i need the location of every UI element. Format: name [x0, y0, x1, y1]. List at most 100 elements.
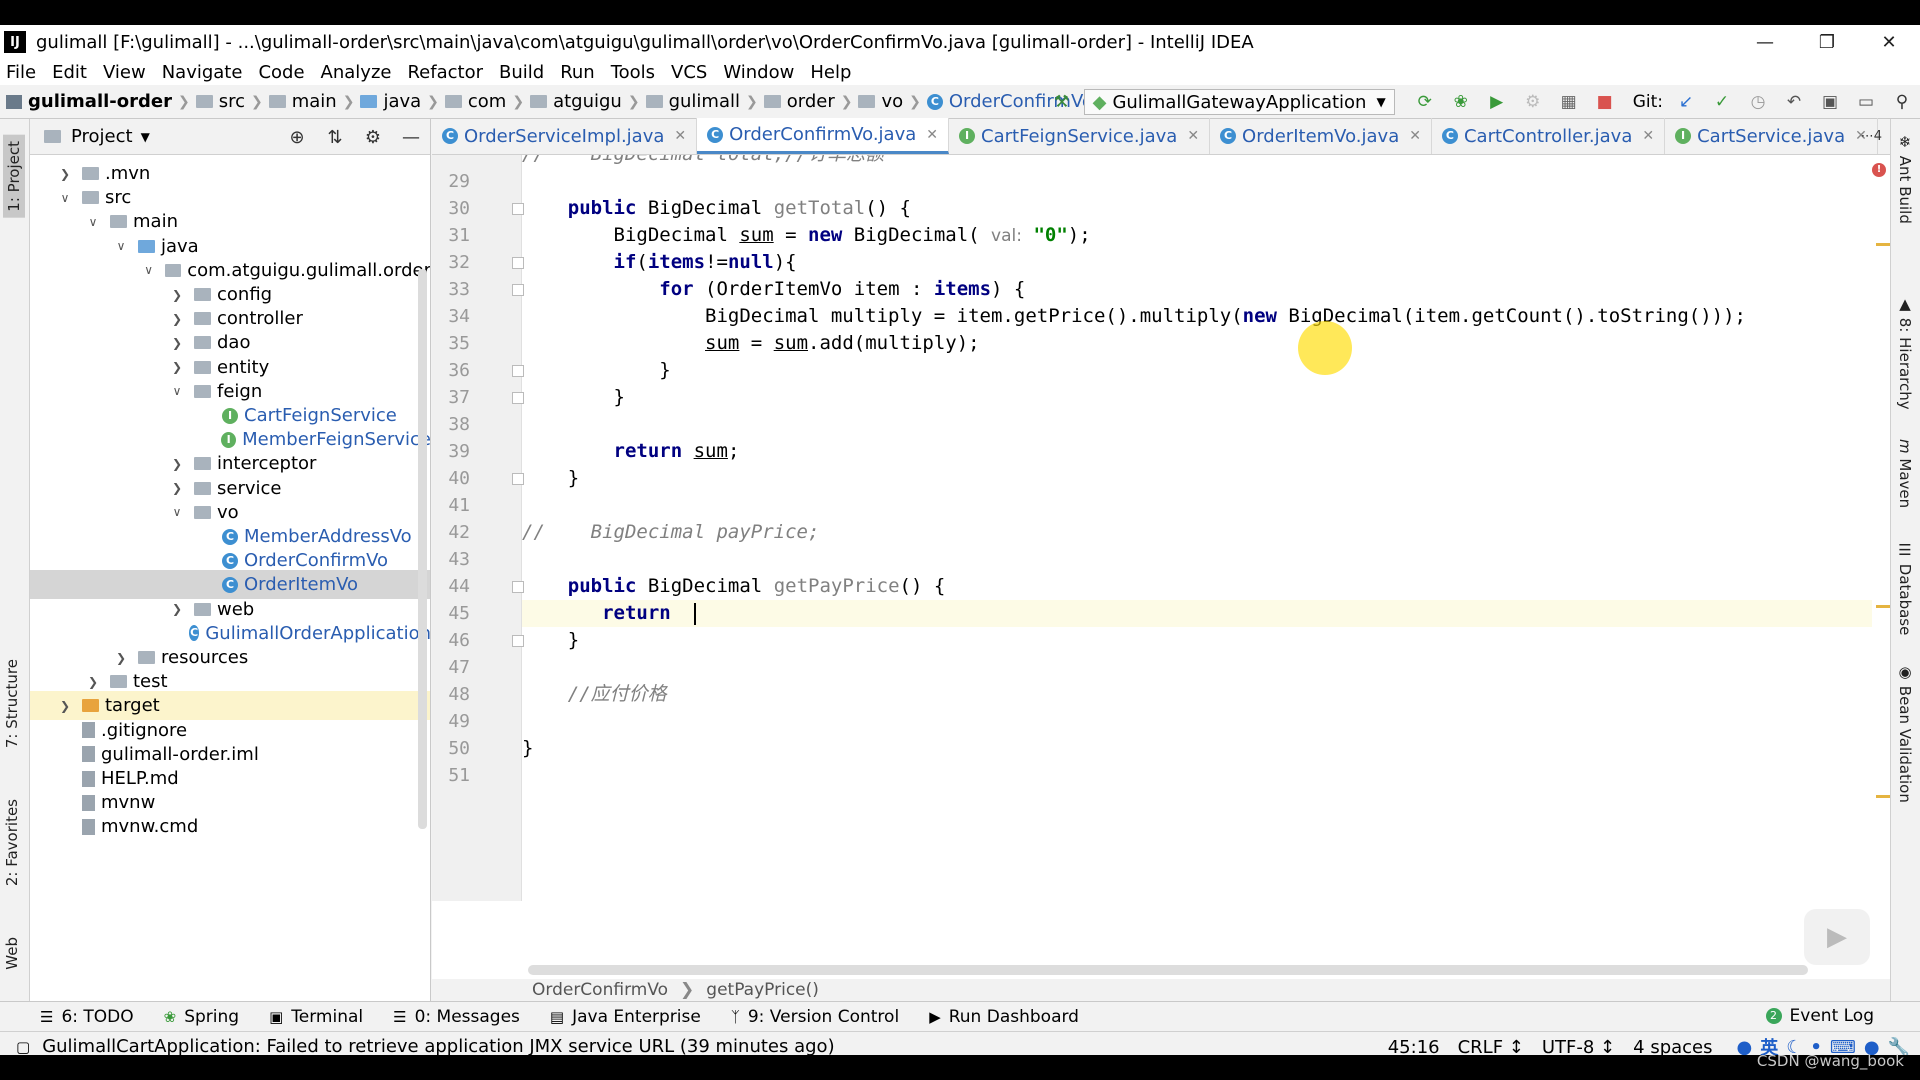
editor-breadcrumb-method[interactable]: getPayPrice(): [706, 980, 819, 1000]
chevron-right-icon[interactable]: ❯: [170, 312, 184, 326]
tool-tab-spring[interactable]: ❀ Spring: [164, 1007, 239, 1027]
editor-tab[interactable]: C OrderItemVo.java ✕: [1210, 118, 1432, 154]
minimize-button[interactable]: —: [1734, 25, 1796, 59]
tool-tab-structure[interactable]: 7: Structure: [3, 659, 21, 748]
restore-button[interactable]: ❐: [1796, 25, 1858, 59]
debug-icon[interactable]: ❀: [1448, 89, 1474, 115]
chevron-down-icon[interactable]: ∨: [170, 384, 184, 398]
toggle-tool-windows-icon[interactable]: ▢: [16, 1038, 30, 1056]
menu-code[interactable]: Code: [258, 62, 304, 83]
close-tab-icon[interactable]: ✕: [1409, 128, 1421, 144]
tool-tab-todo[interactable]: ☰ 6: TODO: [40, 1007, 134, 1027]
breadcrumb-item[interactable]: src ❯: [195, 91, 263, 112]
build-hammer-icon[interactable]: ⚒: [1049, 89, 1075, 115]
play-icon[interactable]: ▶: [1804, 909, 1870, 965]
menu-file[interactable]: File: [6, 62, 36, 83]
editor-tab[interactable]: I CartFeignService.java ✕: [949, 118, 1211, 154]
editor-tab[interactable]: I CartService.java ✕: [1665, 118, 1878, 154]
event-log-button[interactable]: 2 Event Log: [1765, 1006, 1874, 1026]
tool-tab-bean-validation[interactable]: ◉ Bean Validation: [1896, 663, 1914, 803]
tree-scrollbar[interactable]: [418, 269, 427, 829]
run-configuration-select[interactable]: ◆ GulimallGatewayApplication ▼: [1083, 89, 1395, 115]
chevron-down-icon[interactable]: ∨: [142, 263, 155, 277]
chevron-right-icon[interactable]: ❯: [58, 699, 72, 713]
tool-tab-java-enterprise[interactable]: ▤ Java Enterprise: [550, 1007, 701, 1027]
menu-view[interactable]: View: [103, 62, 146, 83]
status-message[interactable]: GulimallCartApplication: Failed to retri…: [42, 1036, 834, 1055]
presentation-icon[interactable]: ▭: [1853, 89, 1879, 115]
close-window-button[interactable]: ✕: [1858, 25, 1920, 59]
build-project-icon[interactable]: ▦: [1556, 89, 1582, 115]
editor-tab[interactable]: C CartController.java ✕: [1432, 118, 1666, 154]
editor-tab[interactable]: C OrderConfirmVo.java ✕: [697, 118, 950, 154]
scroll-marker[interactable]: [1876, 243, 1890, 246]
run-with-coverage-icon[interactable]: ▶: [1484, 89, 1510, 115]
scroll-marker[interactable]: [1876, 795, 1890, 798]
breadcrumb-item[interactable]: order ❯: [763, 91, 852, 112]
breadcrumb-item[interactable]: gulimall-order ❯: [6, 91, 190, 112]
tool-tab-hierarchy[interactable]: ▲ 8: Hierarchy: [1896, 295, 1914, 410]
tool-tab-web[interactable]: Web: [3, 937, 21, 970]
profile-icon[interactable]: ⚙: [1520, 89, 1546, 115]
indent-setting[interactable]: 4 spaces: [1633, 1037, 1712, 1056]
menu-analyze[interactable]: Analyze: [321, 62, 392, 83]
chevron-right-icon[interactable]: ❯: [170, 288, 184, 302]
breadcrumb-item[interactable]: com ❯: [444, 91, 524, 112]
menu-refactor[interactable]: Refactor: [407, 62, 483, 83]
git-history-icon[interactable]: ◷: [1745, 89, 1771, 115]
menu-run[interactable]: Run: [560, 62, 595, 83]
menu-edit[interactable]: Edit: [52, 62, 87, 83]
menu-window[interactable]: Window: [723, 62, 794, 83]
close-tab-icon[interactable]: ✕: [1642, 128, 1654, 144]
chevron-right-icon[interactable]: ❯: [170, 336, 184, 350]
line-separator[interactable]: CRLF ↕: [1458, 1037, 1524, 1056]
chevron-right-icon[interactable]: ❯: [170, 602, 184, 616]
breadcrumb-item[interactable]: vo ❯: [858, 91, 921, 112]
project-structure-icon[interactable]: ▣: [1817, 89, 1843, 115]
chevron-down-icon[interactable]: ∨: [58, 191, 72, 205]
breadcrumb-item[interactable]: atguigu ❯: [530, 91, 640, 112]
tool-tab-messages[interactable]: ☰ 0: Messages: [393, 1007, 520, 1027]
chevron-down-icon[interactable]: ∨: [114, 239, 128, 253]
tree-item[interactable]: mvnw.cmd: [30, 812, 430, 841]
git-update-icon[interactable]: ↙: [1673, 89, 1699, 115]
editor-breadcrumb-class[interactable]: OrderConfirmVo: [532, 980, 668, 1000]
tool-tab-version-control[interactable]: ᛉ 9: Version Control: [731, 1007, 899, 1027]
tool-tab-favorites[interactable]: 2: Favorites: [3, 799, 21, 886]
horizontal-scrollbar[interactable]: [528, 965, 1808, 975]
git-rollback-icon[interactable]: ↶: [1781, 89, 1807, 115]
scroll-marker[interactable]: [1876, 605, 1890, 608]
chevron-right-icon[interactable]: ❯: [170, 481, 184, 495]
stop-icon[interactable]: ■: [1592, 89, 1618, 115]
locate-file-icon[interactable]: ⊕: [284, 124, 310, 150]
collapse-all-icon[interactable]: ⇅: [322, 124, 348, 150]
tool-tab-ant-build[interactable]: ❄ Ant Build: [1896, 133, 1914, 224]
caret-position[interactable]: 45:16: [1388, 1037, 1440, 1056]
chevron-right-icon[interactable]: ❯: [170, 360, 184, 374]
error-indicator-icon[interactable]: !: [1872, 163, 1886, 177]
ime-logo-icon[interactable]: ●: [1737, 1037, 1753, 1056]
chevron-right-icon[interactable]: ❯: [58, 167, 72, 181]
code-area[interactable]: // BigDecimal total;//订单总额 public BigDec…: [522, 155, 1872, 901]
menu-build[interactable]: Build: [499, 62, 544, 83]
tool-tab-project[interactable]: 1: Project: [3, 135, 25, 218]
hide-panel-icon[interactable]: —: [398, 124, 424, 150]
breadcrumb-item[interactable]: main ❯: [268, 91, 354, 112]
menu-vcs[interactable]: VCS: [671, 62, 707, 83]
tool-tab-terminal[interactable]: ▣ Terminal: [269, 1007, 363, 1027]
editor-tab[interactable]: C OrderServiceImpl.java ✕: [432, 118, 698, 154]
gear-icon[interactable]: ⚙: [360, 124, 386, 150]
menu-tools[interactable]: Tools: [611, 62, 655, 83]
chevron-right-icon[interactable]: ❯: [114, 651, 128, 665]
close-tab-icon[interactable]: ✕: [1187, 128, 1199, 144]
chevron-right-icon[interactable]: ❯: [86, 675, 100, 689]
chevron-right-icon[interactable]: ❯: [170, 457, 184, 471]
tool-tab-maven[interactable]: m Maven: [1896, 439, 1914, 508]
close-tab-icon[interactable]: ✕: [674, 128, 686, 144]
tool-tab-run-dashboard[interactable]: ▶ Run Dashboard: [929, 1007, 1079, 1027]
breadcrumb-item[interactable]: gulimall ❯: [645, 91, 758, 112]
menu-navigate[interactable]: Navigate: [162, 62, 243, 83]
menu-help[interactable]: Help: [810, 62, 851, 83]
chevron-down-icon[interactable]: ∨: [170, 505, 184, 519]
git-commit-icon[interactable]: ✓: [1709, 89, 1735, 115]
